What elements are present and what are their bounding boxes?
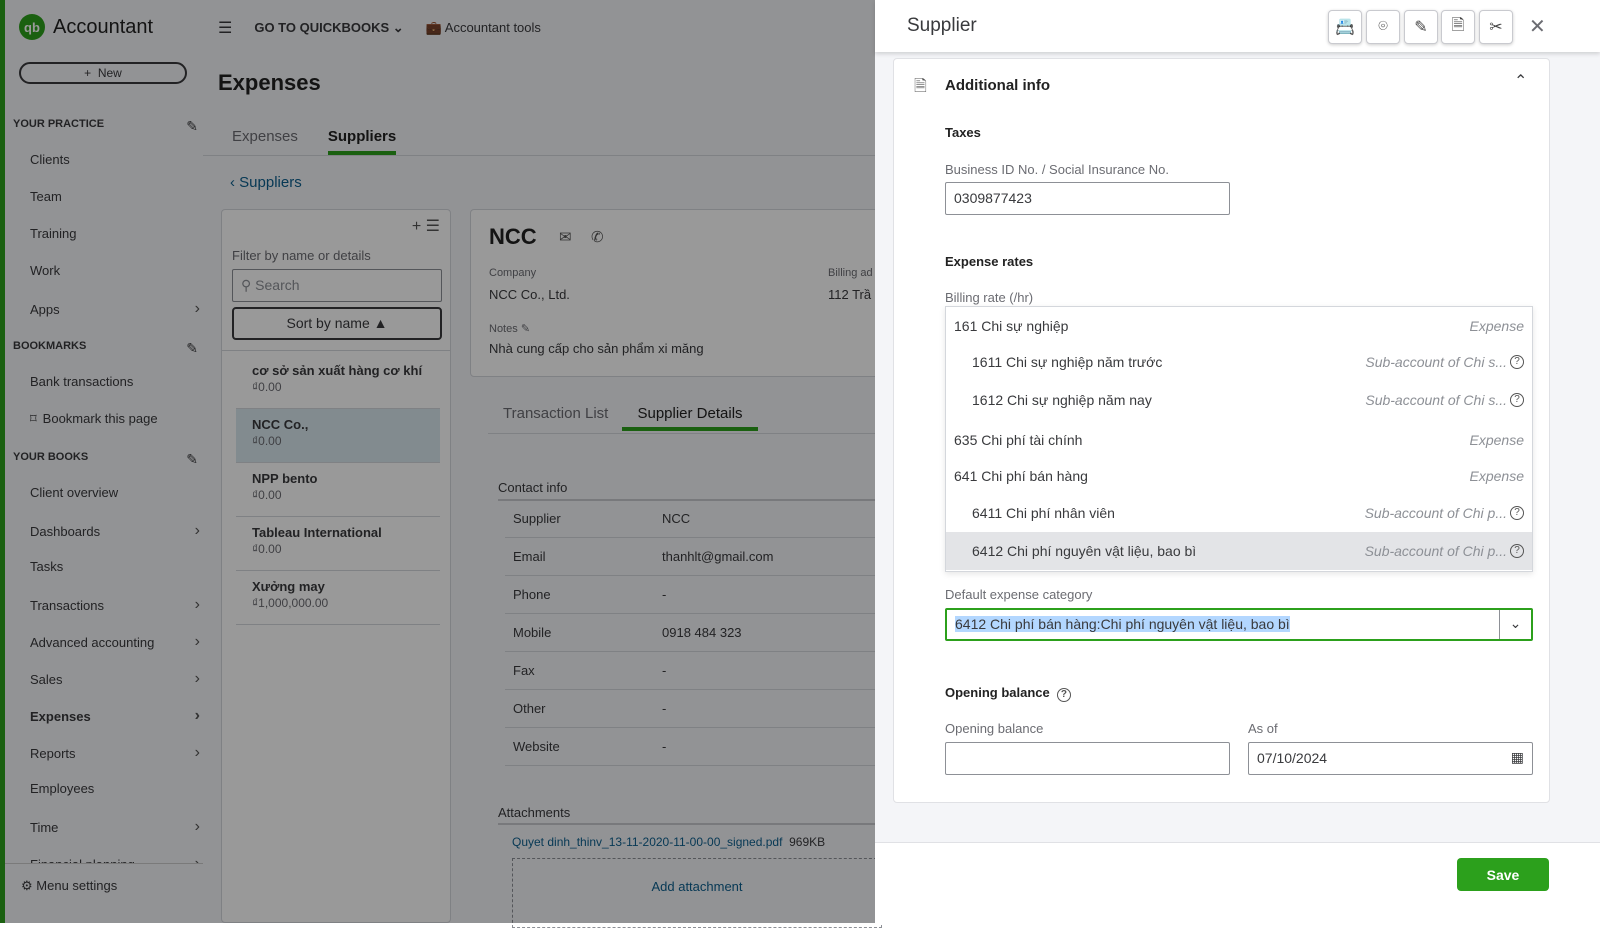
option-type: Expense [1470,468,1524,484]
option-type: Sub-account of Chi s...? [1365,392,1524,408]
chevron-up-icon[interactable]: ⌃ [1514,71,1527,91]
option-name: 641 Chi phí bán hàng [954,468,1088,484]
option-type: Expense [1470,318,1524,334]
option-type-label: Expense [1469,432,1524,448]
drawer-footer: Save [875,842,1600,923]
option-type: Sub-account of Chi p...? [1365,543,1524,559]
option-name: 6412 Chi phí nguyên vật liệu, bao bì [972,543,1197,559]
edit-icon: ✎ [1414,19,1428,36]
opening-balance-input[interactable] [945,742,1230,775]
as-of-label: As of [1248,721,1278,736]
document-icon: 🗎 [914,78,927,95]
taxes-heading: Taxes [945,125,981,140]
business-id-label: Business ID No. / Social Insurance No. [945,162,1169,177]
option-type: Sub-account of Chi s...? [1365,354,1524,370]
option-type-label: Sub-account of Chi s... [1365,392,1507,408]
option-type: Sub-account of Chi p...? [1365,505,1524,521]
dropdown-option[interactable]: 6412 Chi phí nguyên vật liệu, bao bì Sub-… [946,532,1532,570]
drawer-header: Supplier 📇 ⌾ ✎ 🗎 ✂ ✕ [875,0,1600,52]
save-button[interactable]: Save [1457,858,1549,891]
account-dropdown-list: 161 Chi sự nghiệp Expense 1611 Chi sự nghi… [945,306,1533,572]
expense-rates-heading: Expense rates [945,254,1034,269]
option-name: 6411 Chi phí nhân viên [972,505,1115,521]
document-icon: 🗎 [1451,16,1465,34]
tools-icon: ✂ [1489,19,1503,36]
option-type-label: Sub-account of Chi s... [1365,354,1507,370]
help-icon[interactable]: ? [1056,688,1071,702]
option-name: 161 Chi sự nghiệp [954,318,1069,334]
chevron-down-icon[interactable]: ⌄ [1499,610,1531,639]
business-id-input[interactable]: 0309877423 [945,182,1230,215]
edit-button[interactable]: ✎ [1404,10,1438,44]
help-icon[interactable]: ? [1510,506,1524,520]
default-category-value: 6412 Chi phí bán hàng:Chi phí nguyên vật… [955,616,1290,632]
billing-rate-label: Billing rate (/hr) [945,290,1034,305]
notes-button[interactable]: 🗎 [1441,10,1475,44]
dropdown-option[interactable]: 1612 Chi sự nghiệp năm nay Sub-account of… [946,381,1532,419]
dropdown-option[interactable]: 6411 Chi phí nhân viên Sub-account of Chi… [946,494,1532,532]
section-title: Additional info [945,77,1050,94]
modal-overlay[interactable] [0,0,875,923]
help-icon[interactable]: ? [1510,355,1524,369]
calendar-icon[interactable]: ▦ [1511,749,1524,766]
option-type-label: Sub-account of Chi p... [1364,543,1507,559]
default-category-combobox[interactable]: 6412 Chi phí bán hàng:Chi phí nguyên vật… [945,608,1533,641]
dropdown-option[interactable]: 635 Chi phí tài chính Expense [946,421,1532,459]
option-type-label: Sub-account of Chi p... [1364,505,1507,521]
help-icon[interactable]: ? [1510,393,1524,407]
close-icon[interactable]: ✕ [1529,14,1546,39]
default-category-label: Default expense category [945,587,1093,602]
supplier-drawer: Supplier 📇 ⌾ ✎ 🗎 ✂ ✕ 🗎 Additional info ⌃… [875,0,1600,923]
dropdown-option[interactable]: 161 Chi sự nghiệp Expense [946,307,1532,345]
option-name: 635 Chi phí tài chính [954,432,1083,448]
help-icon[interactable]: ? [1510,544,1524,558]
option-name: 1612 Chi sự nghiệp năm nay [972,392,1152,408]
option-type-label: Expense [1469,468,1524,484]
location-pin-icon: ⌾ [1378,18,1388,35]
contact-book-button[interactable]: 📇 [1328,10,1362,44]
option-type-label: Expense [1469,318,1524,334]
as-of-date-input[interactable]: 07/10/2024 ▦ [1248,742,1533,775]
drawer-title: Supplier [907,15,977,36]
contact-book-icon: 📇 [1335,19,1355,36]
option-name: 1611 Chi sự nghiệp năm trước [972,354,1163,370]
option-type: Expense [1470,432,1524,448]
as-of-value: 07/10/2024 [1257,750,1328,766]
dropdown-option[interactable]: 641 Chi phí bán hàng Expense [946,457,1532,495]
additional-info-card: 🗎 Additional info ⌃ Taxes Business ID No… [893,58,1550,803]
opening-balance-heading: Opening balance [945,685,1050,700]
tools-button[interactable]: ✂ [1479,10,1513,44]
opening-balance-label: Opening balance [945,721,1044,736]
dropdown-option[interactable]: 1611 Chi sự nghiệp năm trước Sub-account … [946,343,1532,381]
location-button[interactable]: ⌾ [1366,10,1400,44]
